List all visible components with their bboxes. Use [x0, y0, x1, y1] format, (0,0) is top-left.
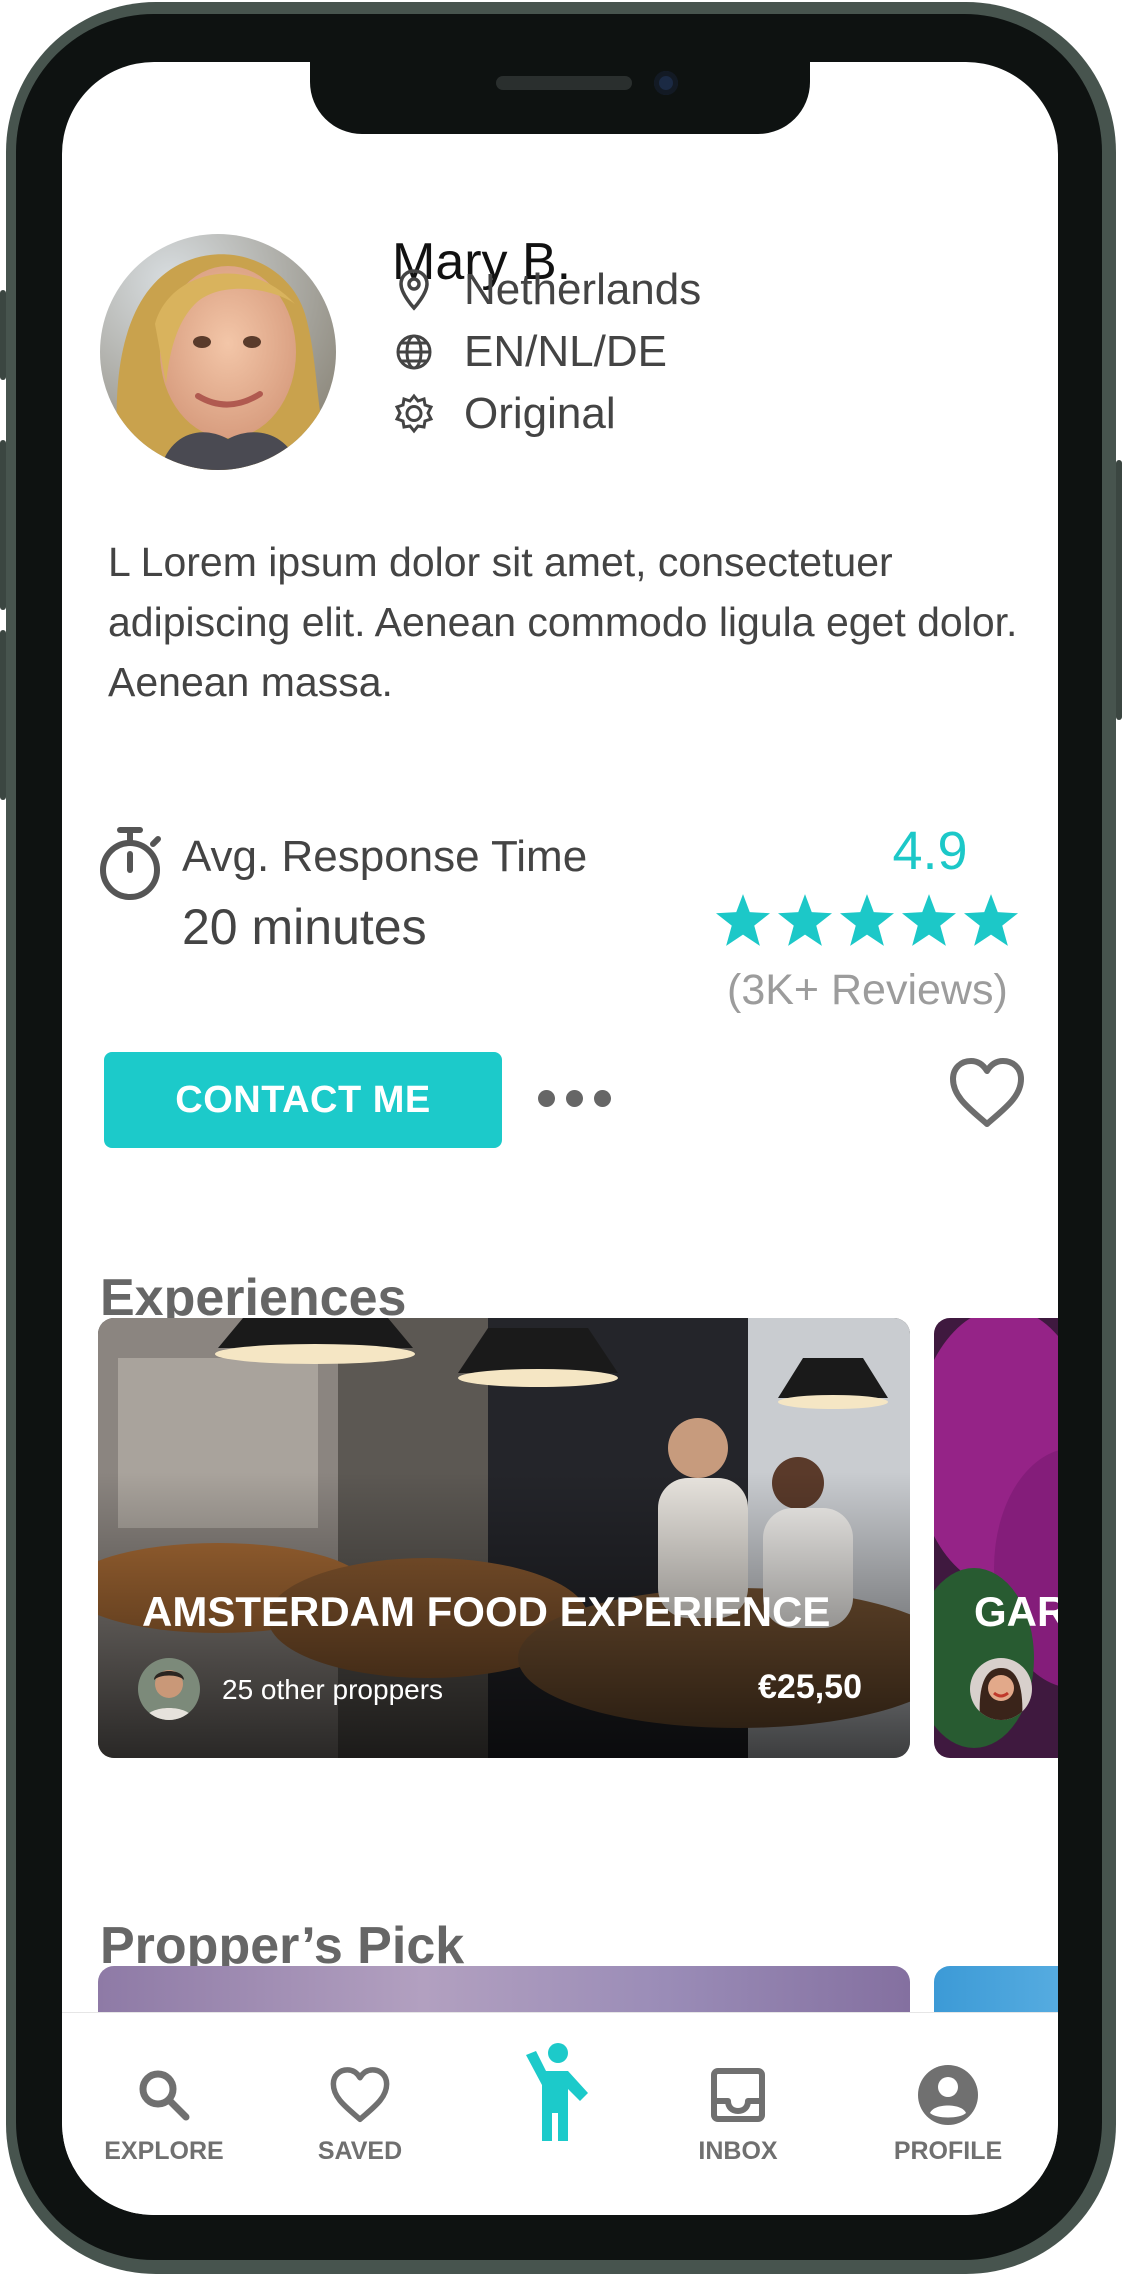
propper-avatar — [970, 1658, 1032, 1720]
experience-price: €25,50 — [758, 1668, 862, 1706]
earpiece-speaker — [496, 76, 632, 90]
nav-inbox[interactable]: INBOX — [658, 2013, 818, 2183]
status-text: Original — [464, 389, 616, 438]
star-icon — [778, 894, 832, 946]
power-button — [1116, 460, 1122, 720]
star-icon — [716, 894, 770, 946]
rating-stars — [716, 894, 1018, 946]
volume-down-button — [0, 630, 6, 800]
volume-up-button — [0, 440, 6, 610]
nav-home[interactable] — [480, 2013, 640, 2183]
badge-gear-icon — [392, 392, 436, 436]
search-icon — [134, 2063, 194, 2127]
star-icon — [964, 894, 1018, 946]
experience-title: AMSTERDAM FOOD EXPERIENCE — [142, 1588, 831, 1635]
reviews-count: (3K+ Reviews) — [727, 966, 1008, 1014]
response-time-label: Avg. Response Time — [182, 832, 588, 881]
rating-value: 4.9 — [892, 821, 968, 881]
profile-avatar — [100, 234, 336, 470]
globe-icon — [392, 330, 436, 374]
star-icon — [840, 894, 894, 946]
languages-text: EN/NL/DE — [464, 327, 667, 376]
nav-explore[interactable]: EXPLORE — [84, 2013, 244, 2183]
app-screen: Mary B. Netherlands EN/NL/DE Original L … — [62, 62, 1058, 2215]
notch — [310, 62, 810, 134]
star-icon — [902, 894, 956, 946]
propper-avatar — [138, 1658, 200, 1720]
more-options-icon[interactable] — [538, 1090, 611, 1107]
response-time-value: 20 minutes — [182, 899, 427, 955]
nav-saved-label: SAVED — [317, 2137, 403, 2165]
bottom-navigation: EXPLORE SAVED INBOX PROFILE — [62, 2012, 1058, 2215]
experience-title: GAR — [974, 1588, 1058, 1635]
stopwatch-icon — [96, 824, 164, 909]
inbox-icon — [710, 2063, 766, 2127]
nav-profile[interactable]: PROFILE — [868, 2013, 1028, 2183]
nav-profile-label: PROFILE — [893, 2137, 1003, 2165]
waving-person-icon — [522, 2041, 598, 2141]
location-pin-icon — [392, 268, 436, 312]
profile-bio: L Lorem ipsum dolor sit amet, consectetu… — [108, 539, 1018, 705]
nav-saved[interactable]: SAVED — [280, 2013, 440, 2183]
front-camera — [654, 71, 678, 95]
languages-row: EN/NL/DE — [392, 322, 667, 382]
experience-card[interactable]: GAR — [934, 1318, 1058, 1758]
proppers-count: 25 other proppers — [222, 1674, 444, 1705]
heart-icon — [328, 2063, 392, 2127]
location-row: Netherlands — [392, 260, 701, 320]
experience-card[interactable]: AMSTERDAM FOOD EXPERIENCE 25 other propp… — [98, 1318, 910, 1758]
mute-switch — [0, 290, 6, 380]
status-row: Original — [392, 384, 616, 444]
contact-me-button[interactable]: CONTACT ME — [104, 1052, 502, 1148]
nav-explore-label: EXPLORE — [104, 2137, 224, 2165]
account-circle-icon — [916, 2063, 980, 2127]
location-text: Netherlands — [464, 265, 702, 314]
nav-inbox-label: INBOX — [698, 2137, 778, 2165]
favorite-heart-icon[interactable] — [948, 1056, 1026, 1135]
